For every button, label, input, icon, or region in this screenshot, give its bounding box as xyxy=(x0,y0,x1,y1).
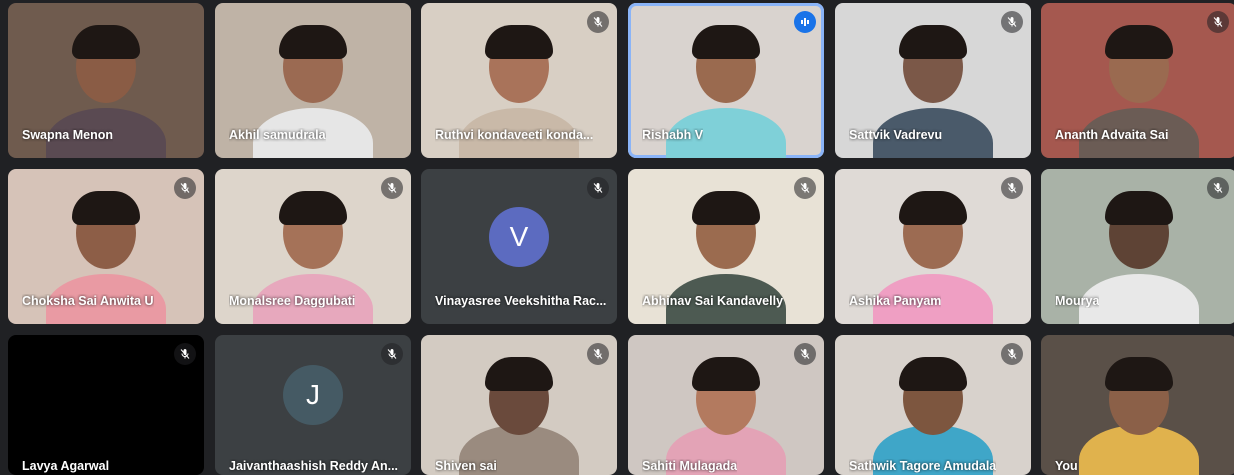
participant-name: Mourya xyxy=(1055,294,1100,308)
participant-name: Choksha Sai Anwita U xyxy=(22,294,154,308)
participant-name: Abhinav Sai Kandavelly xyxy=(642,294,784,308)
mic-off-icon xyxy=(794,177,816,199)
video-feed xyxy=(1041,335,1234,475)
speaking-indicator-icon xyxy=(794,11,816,33)
person-hair xyxy=(485,25,553,59)
person-hair xyxy=(692,357,760,391)
mic-off-icon xyxy=(587,11,609,33)
participant-tile[interactable]: Sahiti Mulagada xyxy=(628,335,824,475)
participant-name: Akhil samudrala xyxy=(229,128,326,142)
mic-off-icon xyxy=(381,343,403,365)
participant-grid: Swapna Menon Akhil samudrala Ruthvi kondav… xyxy=(0,0,1234,475)
person-hair xyxy=(1105,25,1173,59)
participant-name: Ruthvi kondaveeti konda... xyxy=(435,128,594,142)
participant-tile[interactable]: Shiven sai xyxy=(421,335,617,475)
person-hair xyxy=(72,25,140,59)
person-hair xyxy=(72,191,140,225)
participant-tile[interactable]: Mourya xyxy=(1041,169,1234,324)
mic-off-icon xyxy=(1207,11,1229,33)
person-hair xyxy=(279,191,347,225)
participant-tile[interactable]: Lavya Agarwal xyxy=(8,335,204,475)
participant-name: Monalsree Daggubati xyxy=(229,294,356,308)
mic-off-icon xyxy=(794,343,816,365)
participant-tile[interactable]: Rishabh V xyxy=(628,3,824,158)
participant-name: You xyxy=(1055,459,1078,473)
person-hair xyxy=(279,25,347,59)
mic-off-icon xyxy=(587,343,609,365)
participant-tile[interactable]: Abhinav Sai Kandavelly xyxy=(628,169,824,324)
person-hair xyxy=(899,25,967,59)
participant-name: Vinayasree Veekshitha Rac... xyxy=(435,294,607,308)
participant-name: Swapna Menon xyxy=(22,128,113,142)
participant-tile[interactable]: Choksha Sai Anwita U xyxy=(8,169,204,324)
person-hair xyxy=(485,357,553,391)
mic-off-icon xyxy=(1001,177,1023,199)
participant-tile[interactable]: Ashika Panyam xyxy=(835,169,1031,324)
participant-tile[interactable]: Sathwik Tagore Amudala xyxy=(835,335,1031,475)
mic-off-icon xyxy=(174,177,196,199)
participant-name: Ashika Panyam xyxy=(849,294,942,308)
participant-name: Jaivanthaashish Reddy An... xyxy=(229,459,399,473)
participant-tile[interactable]: You xyxy=(1041,335,1234,475)
person-hair xyxy=(899,357,967,391)
person-hair xyxy=(692,25,760,59)
mic-off-icon xyxy=(1207,177,1229,199)
participant-tile[interactable]: V Vinayasree Veekshitha Rac... xyxy=(421,169,617,324)
participant-name: Ananth Advaita Sai xyxy=(1055,128,1169,142)
mic-off-icon xyxy=(587,177,609,199)
person-hair xyxy=(692,191,760,225)
mic-off-icon xyxy=(381,177,403,199)
participant-name: Rishabh V xyxy=(642,128,704,142)
person-hair xyxy=(1105,191,1173,225)
person-hair xyxy=(1105,357,1173,391)
participant-name: Lavya Agarwal xyxy=(22,459,110,473)
participant-name: Sattvik Vadrevu xyxy=(849,128,943,142)
participant-tile[interactable]: Ananth Advaita Sai xyxy=(1041,3,1234,158)
mic-off-icon xyxy=(1001,343,1023,365)
person-hair xyxy=(899,191,967,225)
avatar: J xyxy=(283,365,343,425)
participant-name: Sahiti Mulagada xyxy=(642,459,738,473)
participant-tile[interactable]: Swapna Menon xyxy=(8,3,204,158)
mic-off-icon xyxy=(1001,11,1023,33)
avatar: V xyxy=(489,206,549,267)
participant-tile[interactable]: Sattvik Vadrevu xyxy=(835,3,1031,158)
participant-name: Shiven sai xyxy=(435,459,497,473)
participant-tile[interactable]: J Jaivanthaashish Reddy An... xyxy=(215,335,411,475)
participant-tile[interactable]: Ruthvi kondaveeti konda... xyxy=(421,3,617,158)
participant-tile[interactable]: Akhil samudrala xyxy=(215,3,411,158)
mic-off-icon xyxy=(174,343,196,365)
participant-name: Sathwik Tagore Amudala xyxy=(849,459,997,473)
participant-tile[interactable]: Monalsree Daggubati xyxy=(215,169,411,324)
